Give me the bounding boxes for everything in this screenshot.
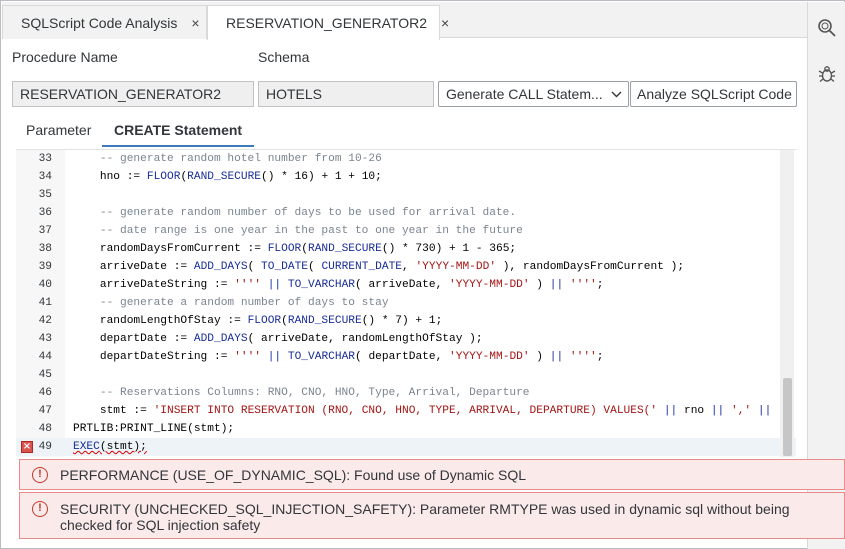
code-text: departDateString := '''' || TO_VARCHAR( … (73, 351, 604, 363)
message-text: SECURITY (UNCHECKED_SQL_INJECTION_SAFETY… (60, 501, 790, 533)
code-line[interactable]: 44 departDateString := '''' || TO_VARCHA… (16, 348, 796, 366)
analyze-sqlscript-code-button[interactable]: Analyze SQLScript Code (630, 81, 797, 107)
code-line[interactable]: 42 randomLengthOfStay := FLOOR(RAND_SECU… (16, 312, 796, 330)
line-number: 36 (38, 207, 52, 219)
tab-sqlscript-code-analysis[interactable]: SQLScript Code Analysis × (2, 5, 207, 39)
code-line[interactable]: 39 arriveDate := ADD_DAYS( TO_DATE( CURR… (16, 258, 796, 276)
line-number: 47 (38, 405, 52, 417)
error-icon: ! (32, 467, 48, 483)
line-number: 46 (38, 387, 52, 399)
code-line[interactable]: 33 -- generate random hotel number from … (16, 150, 796, 168)
code-text: stmt := 'INSERT INTO RESERVATION (RNO, C… (73, 405, 772, 417)
schema-field[interactable]: HOTELS (258, 81, 434, 107)
line-number: 37 (38, 225, 52, 237)
line-number: 38 (38, 243, 52, 255)
code-text: -- date range is one year in the past to… (73, 225, 523, 237)
close-icon[interactable]: × (441, 15, 449, 31)
code-line[interactable]: 41 -- generate a random number of days t… (16, 294, 796, 312)
code-text: -- generate random hotel number from 10-… (73, 153, 382, 165)
code-line[interactable]: 34 hno := FLOOR(RAND_SECURE() * 16) + 1 … (16, 168, 796, 186)
code-text: departDate := ADD_DAYS( arriveDate, rand… (73, 333, 483, 345)
tab-create-statement[interactable]: CREATE Statement (102, 119, 255, 147)
code-text: randomLengthOfStay := FLOOR(RAND_SECURE(… (73, 315, 443, 327)
line-number: 41 (38, 297, 52, 309)
code-text: arriveDate := ADD_DAYS( TO_DATE( CURRENT… (73, 261, 685, 273)
line-number: 48 (38, 423, 52, 435)
tab-label: SQLScript Code Analysis (21, 14, 178, 31)
code-text: hno := FLOOR(RAND_SECURE() * 16) + 1 + 1… (73, 171, 382, 183)
tab-parameter[interactable]: Parameter (14, 119, 103, 147)
message-text: PERFORMANCE (USE_OF_DYNAMIC_SQL): Found … (60, 467, 527, 483)
code-text: -- Reservations Columns: RNO, CNO, HNO, … (73, 387, 530, 399)
line-number: 40 (38, 279, 52, 291)
generate-call-statement-select[interactable]: Generate CALL Statem... (438, 81, 629, 107)
close-icon[interactable]: × (191, 15, 199, 31)
code-text: PRTLIB:PRINT_LINE(stmt); (73, 423, 235, 435)
line-number: 45 (38, 369, 52, 381)
select-value: Generate CALL Statem... (446, 86, 603, 102)
code-line[interactable]: 35 (16, 186, 796, 204)
code-text: arriveDateString := '''' || TO_VARCHAR( … (73, 279, 604, 291)
code-text: -- generate random number of days to be … (73, 207, 517, 219)
code-line[interactable]: 38 randomDaysFromCurrent := FLOOR(RAND_S… (16, 240, 796, 258)
vertical-scrollbar[interactable] (780, 150, 794, 457)
line-number: 39 (38, 261, 52, 273)
code-line[interactable]: 40 arriveDateString := '''' || TO_VARCHA… (16, 276, 796, 294)
message-security: ! SECURITY (UNCHECKED_SQL_INJECTION_SAFE… (19, 492, 845, 539)
code-line[interactable]: 46 -- Reservations Columns: RNO, CNO, HN… (16, 384, 796, 402)
code-line[interactable]: 43 departDate := ADD_DAYS( arriveDate, r… (16, 330, 796, 348)
code-line[interactable]: 49 × EXEC(stmt); (16, 438, 796, 456)
line-number: 42 (38, 315, 52, 327)
error-marker-icon[interactable]: × (21, 441, 33, 453)
code-editor[interactable]: 33 -- generate random hotel number from … (16, 149, 797, 457)
line-number: 44 (38, 351, 52, 363)
code-text: -- generate a random number of days to s… (73, 297, 389, 309)
procedure-name-field[interactable]: RESERVATION_GENERATOR2 (12, 81, 254, 107)
code-line[interactable]: 48 PRTLIB:PRINT_LINE(stmt); (16, 420, 796, 438)
error-icon: ! (32, 501, 48, 517)
schema-label: Schema (258, 49, 310, 65)
line-number: 43 (38, 333, 52, 345)
scrollbar-thumb[interactable] (783, 378, 792, 456)
code-line[interactable]: 47 stmt := 'INSERT INTO RESERVATION (RNO… (16, 402, 796, 420)
editor-tab-bar: SQLScript Code Analysis × RESERVATION_GE… (2, 2, 807, 40)
search-icon[interactable] (816, 17, 838, 39)
tab-reservation-generator2[interactable]: RESERVATION_GENERATOR2 × (207, 5, 449, 40)
message-performance: ! PERFORMANCE (USE_OF_DYNAMIC_SQL): Foun… (19, 459, 845, 490)
code-line[interactable]: 45 (16, 366, 796, 384)
bug-icon[interactable] (816, 63, 838, 85)
tab-label: RESERVATION_GENERATOR2 (226, 15, 427, 31)
line-number: 33 (38, 153, 52, 165)
chevron-down-icon (611, 82, 622, 106)
code-text: randomDaysFromCurrent := FLOOR(RAND_SECU… (73, 243, 517, 255)
code-text: EXEC(stmt); (73, 441, 147, 453)
procedure-name-label: Procedure Name (12, 49, 118, 65)
code-line[interactable]: 37 -- date range is one year in the past… (16, 222, 796, 240)
line-number: 34 (38, 171, 52, 183)
code-line[interactable]: 36 -- generate random number of days to … (16, 204, 796, 222)
line-number: 35 (38, 189, 52, 201)
window: SQLScript Code Analysis × RESERVATION_GE… (0, 0, 845, 549)
